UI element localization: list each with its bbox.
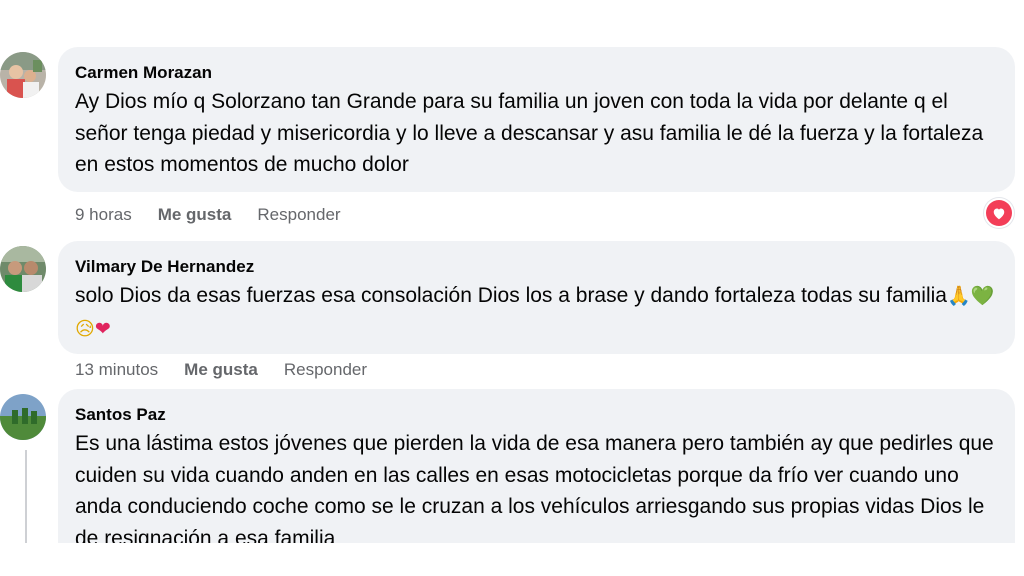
comment-bubble: Carmen Morazan Ay Dios mío q Solorzano t… — [58, 47, 1015, 192]
praying-hands-emoji: 🙏 — [946, 285, 971, 307]
comment-actions: 9 horas Me gusta Responder — [75, 205, 341, 225]
avatar[interactable] — [0, 394, 46, 440]
green-heart-emoji: 💚 — [970, 285, 995, 307]
comment-author[interactable]: Vilmary De Hernandez — [75, 256, 997, 278]
heart-reaction-icon — [986, 200, 1012, 226]
comments-viewport: Carmen Morazan Ay Dios mío q Solorzano t… — [0, 0, 1024, 543]
comment-text-wrap: solo Dios da esas fuerzas esa consolació… — [75, 280, 997, 345]
comment-bubble: Santos Paz Es una lástima estos jóvenes … — [58, 389, 1015, 543]
avatar[interactable] — [0, 246, 46, 292]
comment-bubble: Vilmary De Hernandez solo Dios da esas f… — [58, 241, 1015, 354]
comment-text: Ay Dios mío q Solorzano tan Grande para … — [75, 90, 984, 176]
reaction-badge[interactable] — [984, 198, 1014, 228]
thread-line — [25, 450, 27, 543]
comment-author[interactable]: Carmen Morazan — [75, 62, 997, 84]
like-button[interactable]: Me gusta — [184, 360, 258, 380]
avatar[interactable] — [0, 52, 46, 98]
reply-button[interactable]: Responder — [284, 360, 367, 380]
comment-time[interactable]: 13 minutos — [75, 360, 158, 380]
like-button[interactable]: Me gusta — [158, 205, 232, 225]
reply-button[interactable]: Responder — [257, 205, 340, 225]
comment-text: solo Dios da esas fuerzas esa consolació… — [75, 284, 947, 307]
comment-actions: 13 minutos Me gusta Responder — [75, 360, 367, 380]
comment-author[interactable]: Santos Paz — [75, 404, 997, 426]
comment-text: Es una lástima estos jóvenes que pierden… — [75, 432, 994, 543]
comment-time[interactable]: 9 horas — [75, 205, 132, 225]
sad-face-emoji: 😥 — [75, 317, 95, 340]
red-heart-emoji: ❤ — [94, 317, 111, 340]
